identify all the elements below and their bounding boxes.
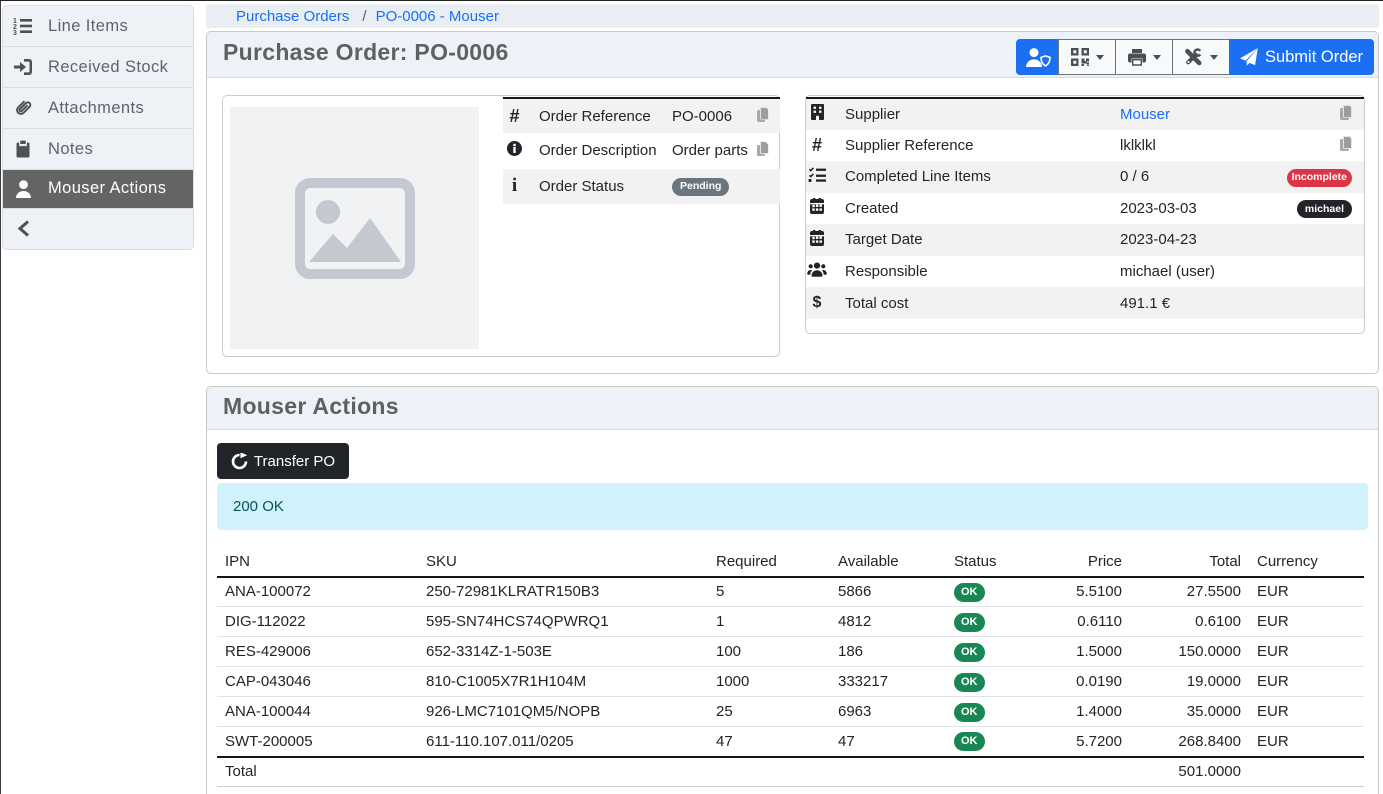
svg-text:3: 3 <box>13 30 17 35</box>
